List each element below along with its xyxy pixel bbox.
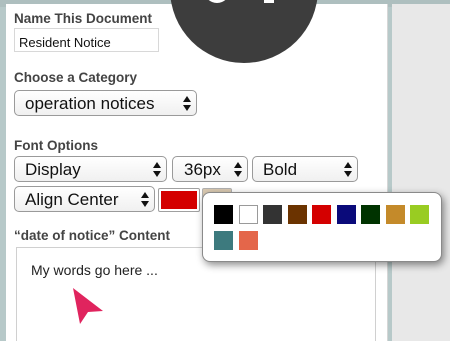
font-options-label: Font Options (14, 138, 98, 153)
font-size-select[interactable]: 36px (172, 156, 248, 182)
select-arrows-icon (344, 162, 353, 178)
font-weight-select[interactable]: Bold (252, 156, 358, 182)
color-swatch-white[interactable] (238, 205, 258, 224)
color-swatch-lime[interactable] (410, 205, 429, 224)
category-label: Choose a Category (14, 70, 138, 85)
right-background-top-strip (392, 0, 450, 4)
select-arrows-icon (234, 162, 243, 178)
content-text: My words go here ... (31, 262, 158, 278)
alignment-select-value: Align Center (25, 190, 119, 209)
font-color-button[interactable] (158, 188, 200, 212)
font-family-select-value: Display (25, 160, 81, 179)
badge-digit-shape (204, 0, 230, 3)
select-arrows-icon (141, 192, 150, 208)
font-size-select-value: 36px (184, 160, 221, 179)
color-swatch-navy[interactable] (336, 205, 356, 224)
alignment-select[interactable]: Align Center (14, 186, 155, 212)
font-family-select[interactable]: Display (14, 156, 167, 182)
content-field-label: “date of notice” Content (14, 228, 170, 243)
color-swatch-ochre[interactable] (385, 205, 405, 224)
font-weight-select-value: Bold (263, 160, 298, 179)
category-select-value: operation notices (25, 94, 155, 113)
category-select[interactable]: operation notices (14, 90, 197, 116)
pointer-cursor-icon (73, 288, 103, 324)
font-color-fill (161, 191, 197, 209)
color-swatch-black[interactable] (214, 205, 233, 224)
color-swatch-brown[interactable] (287, 205, 307, 224)
select-arrows-icon (153, 162, 162, 178)
color-palette-popover (202, 192, 442, 262)
color-swatch-teal[interactable] (214, 231, 233, 250)
select-arrows-icon (183, 96, 192, 112)
color-swatch-red[interactable] (312, 205, 331, 224)
right-background (392, 0, 450, 341)
color-swatch-coral[interactable] (238, 231, 258, 250)
document-name-input[interactable]: Resident Notice (14, 28, 159, 52)
badge-digit-shape (264, 0, 274, 3)
document-name-label: Name This Document (14, 11, 153, 26)
color-swatch-dark-green[interactable] (361, 205, 380, 224)
color-swatch-charcoal[interactable] (263, 205, 282, 224)
